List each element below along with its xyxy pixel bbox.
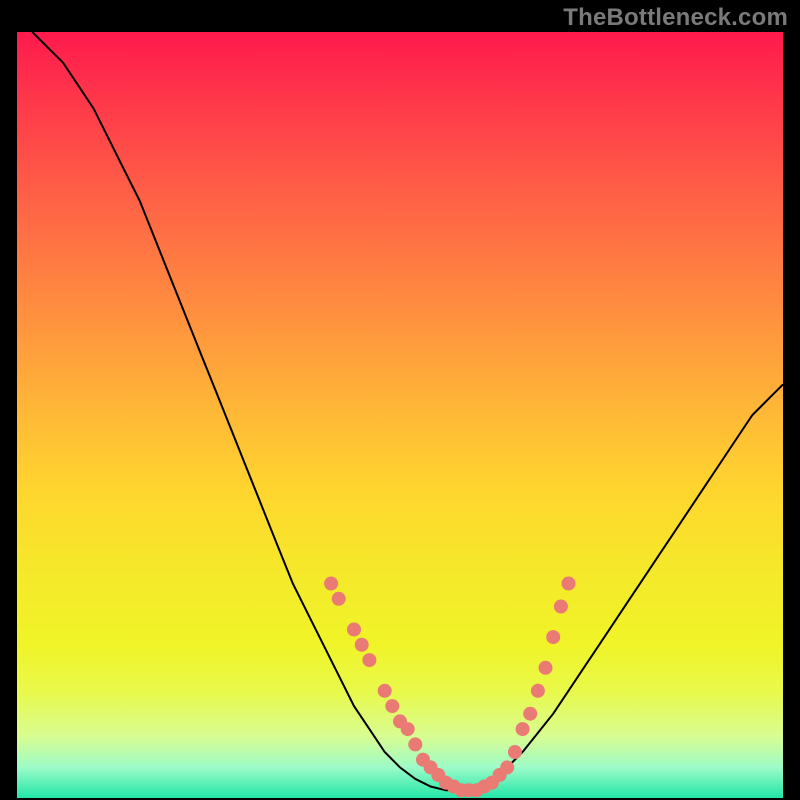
marker-point xyxy=(324,577,338,591)
marker-point xyxy=(516,722,530,736)
marker-point xyxy=(347,623,361,637)
marker-point xyxy=(554,600,568,614)
marker-point xyxy=(523,707,537,721)
marker-point xyxy=(539,661,553,675)
curve-path xyxy=(32,32,783,790)
marker-point xyxy=(385,699,399,713)
marker-point xyxy=(500,760,514,774)
marker-point xyxy=(355,638,369,652)
marker-point xyxy=(401,722,415,736)
marker-point xyxy=(562,577,576,591)
marker-point xyxy=(362,653,376,667)
marker-point xyxy=(378,684,392,698)
watermark: TheBottleneck.com xyxy=(563,4,788,32)
marker-point xyxy=(332,592,346,606)
marker-point xyxy=(508,745,522,759)
marker-point xyxy=(546,630,560,644)
bottleneck-curve xyxy=(32,32,783,790)
marker-point xyxy=(531,684,545,698)
marker-point xyxy=(408,737,422,751)
chart-area xyxy=(17,32,783,798)
chart-svg xyxy=(17,32,783,798)
highlighted-points xyxy=(324,577,575,798)
